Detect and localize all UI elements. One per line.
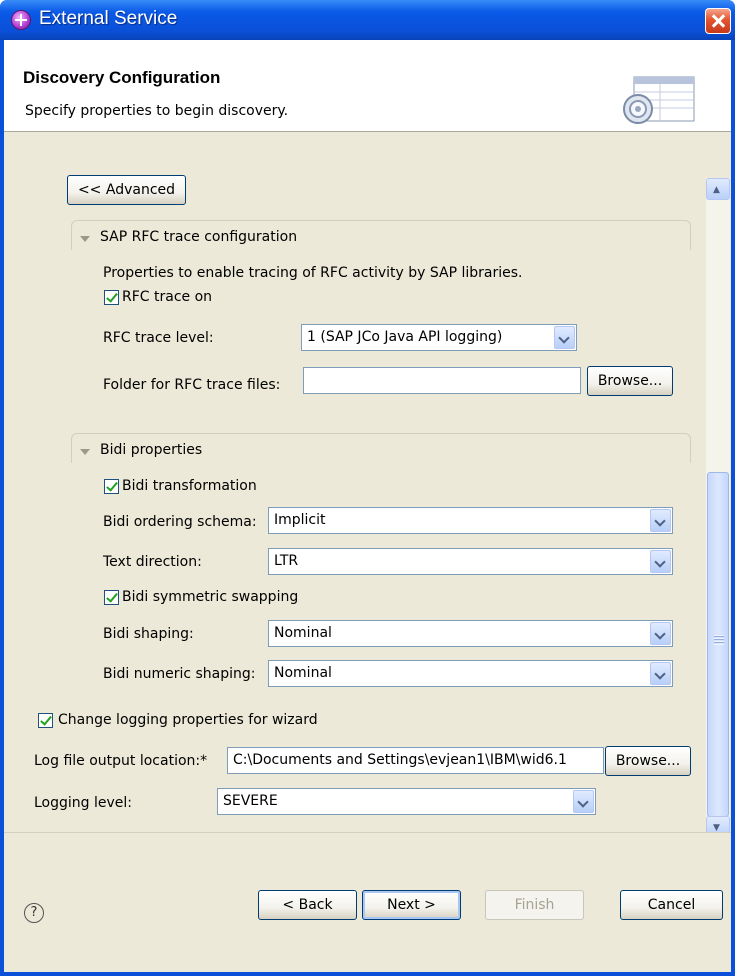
vertical-scrollbar[interactable]: ▲ ▼ <box>706 178 730 838</box>
chevron-down-icon[interactable] <box>650 662 671 685</box>
finish-button[interactable]: Finish <box>485 890 584 920</box>
bidi-heading[interactable]: Bidi properties <box>100 442 202 458</box>
chevron-down-icon[interactable] <box>650 622 671 645</box>
page-description: Specify properties to begin discovery. <box>25 103 289 119</box>
change-logging-checkbox[interactable] <box>38 713 53 728</box>
window-title: External Service <box>39 8 178 29</box>
rfc-trace-heading[interactable]: SAP RFC trace configuration <box>100 229 297 245</box>
text-direction-value: LTR <box>274 553 299 569</box>
bidi-ordering-select[interactable]: Implicit <box>268 507 673 534</box>
chevron-down-icon[interactable] <box>573 790 594 813</box>
rfc-trace-on-label: RFC trace on <box>122 289 213 305</box>
bidi-ordering-value: Implicit <box>274 512 326 528</box>
cancel-button[interactable]: Cancel <box>620 890 723 920</box>
text-direction-label: Text direction: <box>103 554 202 570</box>
grip-icon <box>714 635 724 645</box>
collapse-twisty-icon[interactable] <box>80 236 90 242</box>
log-location-label: Log file output location:* <box>34 753 208 769</box>
close-button[interactable] <box>705 8 731 34</box>
change-logging-label: Change logging properties for wizard <box>58 712 318 728</box>
rfc-trace-level-select[interactable]: 1 (SAP JCo Java API logging) <box>301 324 577 351</box>
bidi-shaping-label: Bidi shaping: <box>103 626 194 642</box>
chevron-down-icon[interactable] <box>554 326 575 349</box>
wizard-footer: ? < Back Next > Finish Cancel <box>4 832 731 972</box>
wizard-header: Discovery Configuration Specify properti… <box>4 40 731 132</box>
logging-level-label: Logging level: <box>34 795 132 811</box>
bidi-numeric-select[interactable]: Nominal <box>268 660 673 687</box>
log-location-input[interactable]: C:\Documents and Settings\evjean1\IBM\wi… <box>227 747 604 774</box>
bidi-ordering-label: Bidi ordering schema: <box>103 514 257 530</box>
bidi-shaping-select[interactable]: Nominal <box>268 620 673 647</box>
wizard-window: External Service Discovery Configuration… <box>0 0 735 976</box>
log-location-value: C:\Documents and Settings\evjean1\IBM\wi… <box>233 752 567 768</box>
app-icon <box>11 10 31 30</box>
bidi-numeric-label: Bidi numeric shaping: <box>103 666 256 682</box>
bidi-symmetric-checkbox[interactable] <box>104 590 119 605</box>
arrow-up-icon: ▲ <box>713 185 720 195</box>
logging-level-select[interactable]: SEVERE <box>217 788 596 815</box>
text-direction-select[interactable]: LTR <box>268 548 673 575</box>
rfc-trace-description: Properties to enable tracing of RFC acti… <box>103 265 523 281</box>
logging-level-value: SEVERE <box>223 793 278 809</box>
bidi-transformation-checkbox[interactable] <box>104 479 119 494</box>
back-button[interactable]: < Back <box>258 890 357 920</box>
bidi-numeric-value: Nominal <box>274 665 332 681</box>
scroll-up-button[interactable]: ▲ <box>706 178 730 200</box>
rfc-trace-level-value: 1 (SAP JCo Java API logging) <box>307 329 503 345</box>
next-button[interactable]: Next > <box>362 890 461 920</box>
log-browse-button[interactable]: Browse... <box>605 746 691 776</box>
scroll-thumb[interactable] <box>707 472 729 817</box>
chevron-down-icon[interactable] <box>650 550 671 573</box>
chevron-down-icon[interactable] <box>650 509 671 532</box>
bidi-symmetric-label: Bidi symmetric swapping <box>122 589 299 605</box>
bidi-transformation-label: Bidi transformation <box>122 478 257 494</box>
dialog-client: Discovery Configuration Specify properti… <box>4 40 731 972</box>
collapse-twisty-icon[interactable] <box>80 449 90 455</box>
rfc-trace-on-checkbox[interactable] <box>104 290 119 305</box>
bidi-shaping-value: Nominal <box>274 625 332 641</box>
help-icon[interactable]: ? <box>24 903 44 923</box>
rfc-trace-folder-label: Folder for RFC trace files: <box>103 377 281 393</box>
page-title: Discovery Configuration <box>23 68 221 87</box>
rfc-browse-button[interactable]: Browse... <box>587 366 673 396</box>
advanced-button[interactable]: << Advanced <box>67 175 186 205</box>
title-bar: External Service <box>0 0 735 40</box>
rfc-trace-folder-input[interactable] <box>303 367 581 394</box>
rfc-trace-level-label: RFC trace level: <box>103 330 214 346</box>
discovery-wizard-icon <box>623 76 695 124</box>
